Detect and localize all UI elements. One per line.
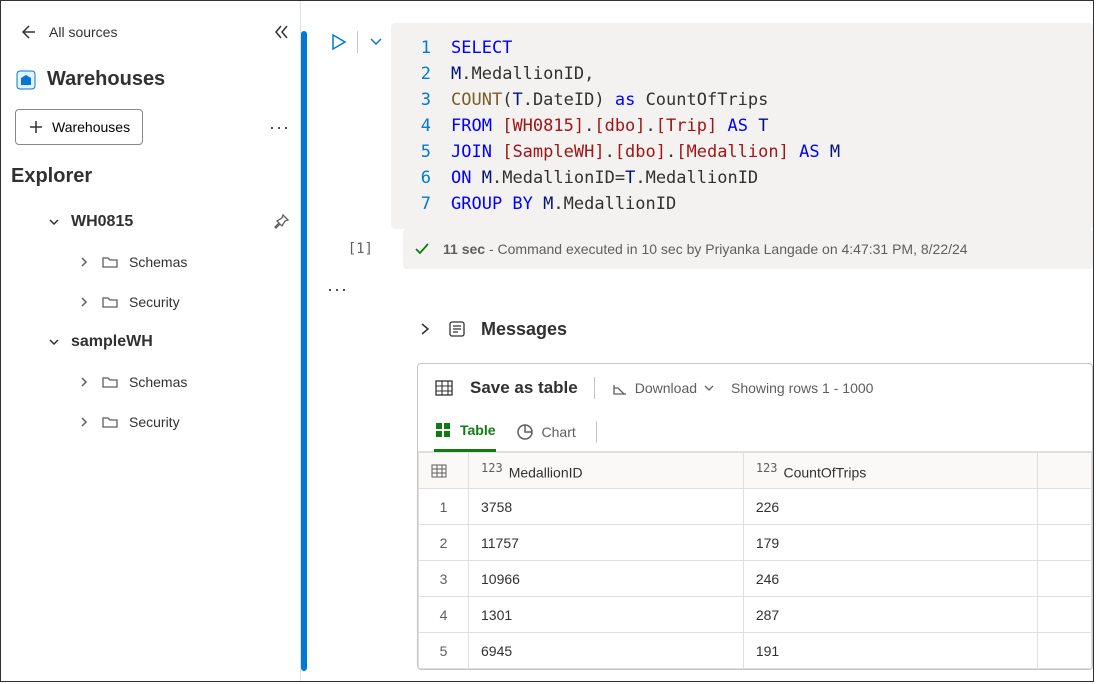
separator [596, 421, 597, 443]
status-text: 11 sec - Command executed in 10 sec by P… [443, 241, 968, 257]
all-sources-link[interactable]: All sources [49, 24, 117, 40]
column-header[interactable]: 123MedallionID [469, 453, 744, 489]
cell-index: [1] [321, 241, 391, 257]
chevron-right-icon [77, 416, 91, 428]
page-title: Warehouses [47, 68, 165, 91]
chevron-right-icon [77, 376, 91, 388]
table-row[interactable]: 41301287 [419, 597, 1092, 633]
sidebar: All sources Warehouses Warehouses ··· Ex… [1, 1, 301, 681]
chevron-right-icon [77, 296, 91, 308]
explorer-tree: WH0815 Schemas Security [11, 202, 290, 442]
folder-icon [101, 253, 119, 271]
tree-node-wh0815[interactable]: WH0815 [11, 202, 290, 242]
tree-node-schemas[interactable]: Schemas [11, 362, 290, 402]
tree-node-samplewh[interactable]: sampleWH [11, 322, 290, 362]
folder-icon [101, 373, 119, 391]
more-icon[interactable]: ··· [269, 117, 290, 138]
column-header[interactable]: 123CountOfTrips [743, 453, 1037, 489]
tree-node-label: Security [129, 294, 180, 310]
chevron-down-icon [47, 336, 61, 348]
folder-icon [101, 413, 119, 431]
results-table: 123MedallionID123CountOfTrips13758226211… [418, 452, 1092, 669]
code-editor[interactable]: 1SELECT2M.MedallionID,3COUNT(T.DateID) a… [391, 23, 1093, 229]
messages-icon [447, 319, 467, 339]
folder-icon [101, 293, 119, 311]
add-warehouse-button[interactable]: Warehouses [15, 109, 143, 145]
tree-node-security[interactable]: Security [11, 402, 290, 442]
results-panel: Save as table Download Showing rows 1 - … [417, 363, 1093, 670]
tab-table[interactable]: Table [434, 412, 496, 452]
chevron-down-icon [47, 216, 61, 228]
tree-node-schemas[interactable]: Schemas [11, 242, 290, 282]
explorer-title: Explorer [11, 151, 290, 202]
table-icon [434, 378, 454, 398]
more-icon[interactable]: ··· [327, 279, 348, 300]
showing-rows-text: Showing rows 1 - 1000 [731, 380, 873, 396]
tree-node-label: sampleWH [71, 333, 153, 351]
tree-node-security[interactable]: Security [11, 282, 290, 322]
chevron-right-icon [77, 256, 91, 268]
add-warehouse-label: Warehouses [52, 119, 130, 135]
tree-node-label: Schemas [129, 254, 187, 270]
run-icon[interactable] [329, 33, 347, 51]
tree-node-label: WH0815 [71, 213, 133, 231]
table-row[interactable]: 211757179 [419, 525, 1092, 561]
download-button[interactable]: Download [611, 379, 715, 397]
messages-toggle[interactable]: Messages [321, 309, 1093, 349]
check-icon [413, 240, 431, 258]
chevron-right-icon [417, 321, 433, 337]
status-bar: 11 sec - Command executed in 10 sec by P… [403, 229, 1093, 269]
active-indicator [301, 31, 307, 671]
separator [594, 377, 595, 399]
save-as-table-button[interactable]: Save as table [470, 378, 578, 398]
table-row[interactable]: 13758226 [419, 489, 1092, 525]
chevron-down-icon[interactable] [368, 34, 384, 50]
warehouse-icon [15, 69, 37, 91]
table-row[interactable]: 310966246 [419, 561, 1092, 597]
table-row[interactable]: 56945191 [419, 633, 1092, 669]
collapse-icon[interactable] [272, 23, 290, 41]
row-selector-header[interactable] [419, 453, 469, 489]
separator [357, 31, 358, 53]
messages-title: Messages [481, 319, 567, 340]
pin-icon[interactable] [272, 213, 290, 231]
tab-chart[interactable]: Chart [516, 412, 576, 452]
tree-node-label: Schemas [129, 374, 187, 390]
tree-node-label: Security [129, 414, 180, 430]
back-icon[interactable] [17, 22, 37, 42]
